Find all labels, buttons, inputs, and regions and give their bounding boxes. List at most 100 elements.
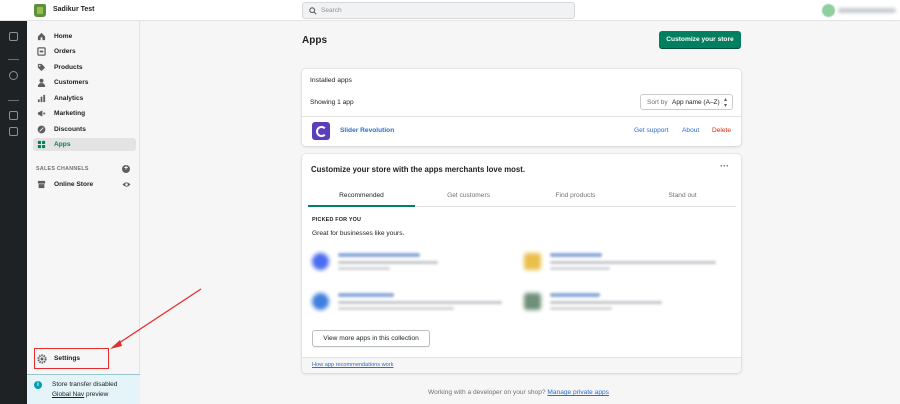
blurred-line xyxy=(338,261,438,264)
sidebar-item-marketing[interactable]: Marketing xyxy=(33,107,136,120)
sidebar-item-home[interactable]: Home xyxy=(33,30,136,43)
app-icon xyxy=(312,293,329,310)
rail-divider xyxy=(8,100,19,101)
manage-private-apps-link[interactable]: Manage private apps xyxy=(547,389,609,396)
app-icon xyxy=(312,253,329,270)
search-placeholder: Search xyxy=(321,7,342,14)
transfer-preview-line: Global Nav preview xyxy=(52,391,108,398)
settings-label: Settings xyxy=(54,355,81,362)
sales-channels-heading: SALES CHANNELS xyxy=(36,166,89,172)
tag-icon xyxy=(37,63,46,72)
discount-icon xyxy=(37,125,46,134)
blurred-line xyxy=(338,293,394,297)
blurred-line xyxy=(550,253,602,257)
blurred-line xyxy=(550,301,662,304)
developer-footer: Working with a developer on your shop? M… xyxy=(428,389,609,396)
sidebar-item-label: Apps xyxy=(54,141,71,148)
delete-link[interactable]: Delete xyxy=(712,127,731,134)
sort-select[interactable]: Sort by App name (A–Z) ▴ ▾ xyxy=(640,94,733,110)
picked-for-you-label: PICKED FOR YOU xyxy=(312,217,362,223)
sidebar-item-label: Analytics xyxy=(54,95,84,102)
installed-apps-title: Installed apps xyxy=(310,77,352,84)
avatar[interactable] xyxy=(822,4,835,17)
blurred-line xyxy=(550,307,612,310)
recommendations-footer: How app recommendations work xyxy=(302,357,741,373)
tab-recommended[interactable]: Recommended xyxy=(308,185,415,207)
developer-question: Working with a developer on your shop? xyxy=(428,389,546,396)
sidebar-item-label: Home xyxy=(54,33,73,40)
blurred-line xyxy=(338,253,420,257)
rail-divider xyxy=(8,59,19,60)
store-name[interactable]: Sadikur Test xyxy=(53,6,95,13)
eye-icon[interactable] xyxy=(122,181,131,188)
sidebar-item-discounts[interactable]: Discounts xyxy=(33,123,136,136)
orders-icon xyxy=(37,47,46,56)
tab-get-customers[interactable]: Get customers xyxy=(415,185,522,207)
home-icon xyxy=(37,32,46,41)
sidebar-item-online-store[interactable]: Online Store xyxy=(33,178,136,191)
sidebar-item-label: Products xyxy=(54,64,83,71)
sidebar-item-label: Marketing xyxy=(54,110,86,117)
store-transfer-banner: i Store transfer disabled Global Nav pre… xyxy=(27,374,140,404)
sidebar-item-apps[interactable]: Apps xyxy=(33,138,136,151)
page-title: Apps xyxy=(302,35,327,46)
megaphone-icon xyxy=(37,110,46,117)
recommended-app-card[interactable] xyxy=(312,251,512,273)
store-logo-icon[interactable] xyxy=(34,4,46,17)
search-input[interactable]: Search xyxy=(302,2,575,19)
app-count: Showing 1 app xyxy=(310,99,354,106)
global-nav-link[interactable]: Global Nav xyxy=(52,391,84,398)
slider-revolution-logo-icon xyxy=(312,122,330,140)
recommended-app-card[interactable] xyxy=(312,291,512,313)
apps-icon xyxy=(37,140,46,149)
about-link[interactable]: About xyxy=(682,127,699,134)
settings-button[interactable]: Settings xyxy=(37,353,107,365)
installed-apps-card: Installed apps Showing 1 app Sort by App… xyxy=(302,69,741,146)
top-bar: Sadikur Test Search xyxy=(0,0,900,21)
dashboard-icon[interactable] xyxy=(9,32,18,41)
sort-value: App name (A–Z) xyxy=(672,99,720,106)
customize-store-button[interactable]: Customize your store xyxy=(659,31,741,48)
sidebar-item-label: Online Store xyxy=(54,181,94,188)
sidebar-item-analytics[interactable]: Analytics xyxy=(33,92,136,105)
recommendations-card: Customize your store with the apps merch… xyxy=(302,154,741,373)
add-channel-plus-icon[interactable]: + xyxy=(122,165,130,173)
store-icon[interactable] xyxy=(9,127,18,136)
app-icon xyxy=(524,293,541,310)
transfer-text: Store transfer disabled xyxy=(52,381,118,388)
user-name-blurred[interactable] xyxy=(838,8,896,13)
blurred-line xyxy=(338,267,390,270)
app-name-link[interactable]: Slider Revolution xyxy=(340,127,394,134)
tab-find-products[interactable]: Find products xyxy=(522,185,629,207)
recommended-app-card[interactable] xyxy=(524,291,724,313)
how-recommendations-work-link[interactable]: How app recommendations work xyxy=(312,362,393,368)
select-arrows-icon: ▴ ▾ xyxy=(724,97,728,109)
preview-text: preview xyxy=(84,391,109,398)
bar-chart-icon xyxy=(37,94,46,103)
network-icon[interactable] xyxy=(9,71,18,80)
gear-icon xyxy=(37,354,47,364)
more-actions-icon[interactable]: ··· xyxy=(720,161,729,171)
app-rail xyxy=(0,0,27,404)
sidebar-item-label: Discounts xyxy=(54,126,86,133)
recommendations-heading: Customize your store with the apps merch… xyxy=(311,165,526,174)
blurred-line xyxy=(338,301,502,304)
blurred-line xyxy=(550,261,716,264)
view-more-apps-button[interactable]: View more apps in this collection xyxy=(312,330,430,347)
location-icon[interactable] xyxy=(9,111,18,120)
tab-stand-out[interactable]: Stand out xyxy=(629,185,736,207)
sidebar-item-label: Customers xyxy=(54,79,89,86)
divider xyxy=(302,116,741,117)
sort-label: Sort by xyxy=(647,99,668,106)
recommendation-tabs: Recommended Get customers Find products … xyxy=(308,185,736,207)
get-support-link[interactable]: Get support xyxy=(634,127,668,134)
app-icon xyxy=(524,253,541,270)
sidebar-item-customers[interactable]: Customers xyxy=(33,76,136,89)
store-icon xyxy=(37,180,46,189)
recommended-app-card[interactable] xyxy=(524,251,724,273)
sidebar-item-products[interactable]: Products xyxy=(33,61,136,74)
blurred-line xyxy=(338,307,454,310)
sidebar-item-orders[interactable]: Orders xyxy=(33,45,136,58)
blurred-line xyxy=(550,267,610,270)
search-icon xyxy=(309,7,317,15)
